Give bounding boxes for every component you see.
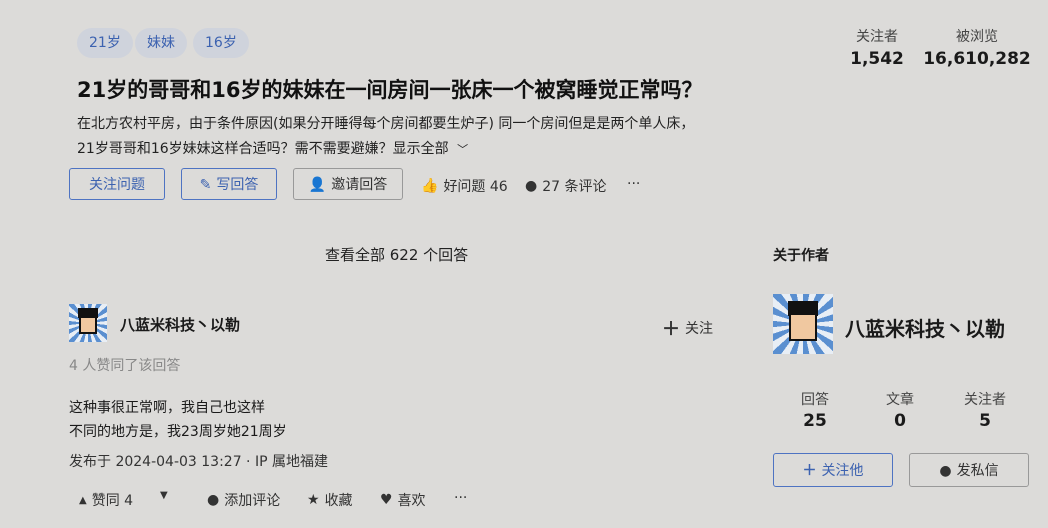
author-card-avatar[interactable] [773, 294, 833, 354]
message-icon: ● [939, 463, 952, 479]
more-button[interactable]: ··· [627, 176, 640, 192]
triangle-up-icon: ▲ [79, 494, 87, 506]
like-button[interactable]: ♥ 喜欢 [380, 490, 426, 510]
downvote-button[interactable]: ▼ [160, 490, 168, 501]
answer-author-name[interactable]: 八蓝米科技丶以勒 [120, 314, 240, 335]
question-title[interactable]: 21岁的哥哥和16岁的妹妹在一间房间一张床一个被窝睡觉正常吗？ [77, 74, 702, 104]
show-all-link[interactable]: 显示全部 ﹀ [393, 141, 468, 157]
tag-21[interactable]: 21岁 [77, 28, 133, 58]
plus-icon: ＋ [802, 463, 817, 479]
views-count: 16,610,282 [923, 49, 1031, 69]
follow-author-card-button[interactable]: ＋关注他 [773, 453, 893, 487]
author-followers-label: 关注者 [964, 392, 1006, 408]
answer-line-2: 不同的地方是，我23周岁她21周岁 [69, 424, 287, 440]
description-line-2-text: 21岁哥哥和16岁妹妹这样合适吗？需不需要避嫌？ [77, 141, 393, 157]
answer-line-1: 这种事很正常啊，我自己也这样 [69, 400, 265, 416]
write-answer-button[interactable]: ✎ 写回答 [181, 168, 277, 200]
author-answers-count[interactable]: 25 [785, 411, 845, 431]
favorite-label: 收藏 [324, 493, 353, 509]
show-all-label: 显示全部 [392, 141, 449, 157]
author-answers-label: 回答 [801, 392, 829, 408]
send-message-button[interactable]: ● 发私信 [909, 453, 1029, 487]
send-message-label: 发私信 [956, 463, 999, 479]
comment-icon: ● [207, 492, 220, 508]
description-line-2: 21岁哥哥和16岁妹妹这样合适吗？需不需要避嫌？显示全部 ﹀ [77, 137, 757, 162]
answer-content: 这种事很正常啊，我自己也这样 不同的地方是，我23周岁她21周岁 [69, 396, 287, 444]
thumbs-up-icon: 👍 [421, 178, 439, 194]
follow-author-label: 关注 [685, 321, 713, 337]
favorite-button[interactable]: ★ 收藏 [307, 490, 353, 510]
add-comment-label: 添加评论 [224, 493, 281, 509]
chevron-down-icon: ﹀ [457, 143, 469, 156]
upvote-count-note: 4 人赞同了该回答 [69, 358, 181, 374]
heart-icon: ♥ [380, 492, 393, 508]
follow-author-button[interactable]: ＋ 关注 [662, 315, 713, 341]
answer-more-button[interactable]: ··· [454, 490, 467, 506]
author-articles-label: 文章 [886, 392, 914, 408]
plus-icon: ＋ [662, 319, 680, 340]
write-answer-label: 写回答 [216, 177, 259, 193]
comments-label: 27 条评论 [542, 179, 607, 195]
answer-publish-info[interactable]: 发布于 2024-04-03 13:27 · IP 属地福建 [69, 451, 328, 471]
author-card-name[interactable]: 八蓝米科技丶以勒 [845, 313, 1005, 342]
upvote-label: 赞同 4 [91, 493, 134, 509]
tag-16[interactable]: 16岁 [193, 28, 249, 58]
invite-user-icon: 👤 [308, 177, 327, 193]
good-question-button[interactable]: 👍 好问题 46 [421, 176, 508, 196]
followers-count[interactable]: 1,542 [840, 49, 914, 69]
triangle-down-icon: ▼ [160, 490, 168, 501]
upvote-button[interactable]: ▲ 赞同 4 [79, 490, 133, 510]
comments-button[interactable]: ● 27 条评论 [525, 176, 606, 196]
follow-author-card-label: 关注他 [821, 463, 864, 479]
like-label: 喜欢 [397, 493, 426, 509]
followers-label: 关注者 [856, 29, 898, 45]
comment-icon: ● [525, 178, 538, 194]
view-all-answers-link[interactable]: 查看全部 622 个回答 [325, 244, 468, 265]
description-line-1: 在北方农村平房，由于条件原因(如果分开睡得每个房间都要生炉子) 同一个房间但是是… [77, 116, 695, 132]
follow-question-button[interactable]: 关注问题 [69, 168, 165, 200]
invite-answer-label: 邀请回答 [331, 177, 388, 193]
question-description: 在北方农村平房，由于条件原因(如果分开睡得每个房间都要生炉子) 同一个房间但是是… [77, 112, 757, 162]
invite-answer-button[interactable]: 👤 邀请回答 [293, 168, 403, 200]
about-author-heading: 关于作者 [773, 248, 829, 264]
good-question-label: 好问题 46 [443, 179, 508, 195]
pencil-icon: ✎ [199, 177, 212, 193]
star-icon: ★ [307, 492, 320, 508]
views-label: 被浏览 [956, 29, 998, 45]
author-articles-count[interactable]: 0 [870, 411, 930, 431]
add-comment-button[interactable]: ● 添加评论 [207, 490, 280, 510]
author-followers-count[interactable]: 5 [955, 411, 1015, 431]
answer-author-avatar[interactable] [69, 304, 107, 342]
tag-sister[interactable]: 妹妹 [135, 28, 187, 58]
